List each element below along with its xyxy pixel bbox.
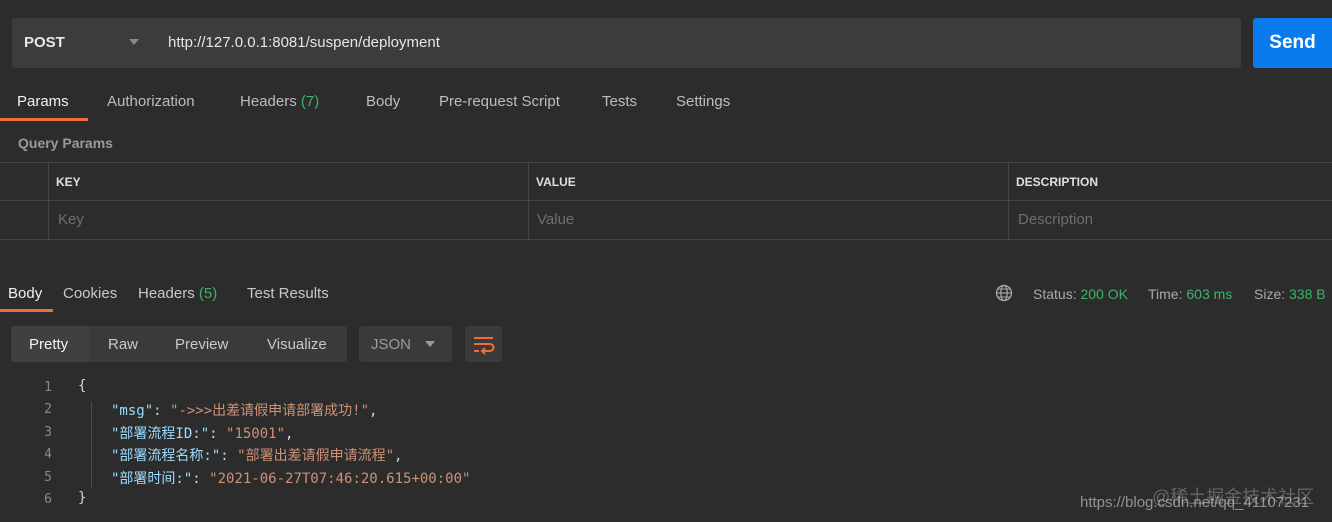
size-info: Size: 338 B (1254, 286, 1326, 302)
response-tab-headers[interactable]: Headers (5) (138, 285, 217, 302)
json-punctuation: , (394, 448, 403, 464)
code-line: } (78, 490, 86, 506)
tab-label: Headers (138, 285, 195, 302)
column-header-description: DESCRIPTION (1016, 175, 1099, 189)
tab-headers[interactable]: Headers (7) (240, 93, 319, 110)
json-brace: { (78, 378, 87, 394)
tab-tests[interactable]: Tests (602, 93, 637, 110)
code-line: "部署时间:": "2021-06-27T07:46:20.615+00:00" (111, 471, 471, 487)
tab-label: Body (366, 93, 401, 110)
line-number: 6 (44, 492, 52, 507)
line-number: 5 (44, 470, 52, 485)
size-label: Size: (1254, 286, 1286, 302)
size-value[interactable]: 338 B (1289, 286, 1326, 302)
view-preview-button[interactable]: Preview (175, 336, 228, 353)
json-brace: } (78, 490, 87, 506)
tab-pre-request-script[interactable]: Pre-request Script (439, 93, 560, 110)
table-divider (1008, 162, 1009, 240)
tab-authorization[interactable]: Authorization (107, 93, 195, 110)
json-value: "15001" (226, 426, 286, 442)
json-key: "部署流程ID:" (111, 426, 210, 442)
active-response-tab-indicator (0, 309, 53, 312)
code-line: "msg": "->>>出差请假申请部署成功!", (111, 403, 378, 419)
tab-label: Body (8, 285, 43, 302)
globe-icon[interactable] (995, 284, 1013, 302)
send-button[interactable]: Send (1253, 18, 1332, 68)
tab-body[interactable]: Body (366, 93, 400, 110)
chevron-down-icon (129, 39, 139, 45)
code-line: "部署流程ID:": "15001", (111, 426, 294, 442)
view-raw-button[interactable]: Raw (108, 336, 138, 353)
method-label: POST (24, 34, 65, 51)
table-border (0, 239, 1332, 240)
json-value: "->>>出差请假申请部署成功!" (170, 403, 370, 419)
table-divider (528, 162, 529, 240)
chevron-down-icon (425, 341, 435, 347)
query-params-title: Query Params (18, 135, 113, 151)
json-key: "部署时间:" (111, 471, 193, 487)
tab-count: (7) (300, 93, 320, 110)
tab-label: Settings (676, 93, 731, 110)
format-label: JSON (371, 336, 412, 353)
tab-label: Test Results (247, 285, 329, 302)
tab-count: (5) (198, 285, 218, 302)
wrap-lines-button[interactable] (465, 326, 502, 362)
column-header-key: KEY (56, 175, 81, 189)
line-number: 4 (44, 447, 52, 462)
description-input[interactable]: Description (1018, 211, 1093, 228)
time-value[interactable]: 603 ms (1186, 286, 1232, 302)
table-divider (48, 162, 49, 240)
status-label: Status: (1033, 286, 1077, 302)
tab-label: Params (17, 93, 69, 110)
code-line: "部署流程名称:": "部署出差请假申请流程", (111, 448, 403, 464)
tab-label: Cookies (63, 285, 118, 302)
key-input[interactable]: Key (58, 211, 84, 228)
table-border (0, 200, 1332, 201)
indent-guide (91, 402, 92, 488)
column-header-value: VALUE (536, 175, 576, 189)
line-number: 1 (44, 380, 52, 395)
tab-label: Tests (602, 93, 638, 110)
response-tab-cookies[interactable]: Cookies (63, 285, 117, 302)
tab-label: Pre-request Script (439, 93, 560, 110)
json-key: "msg" (111, 403, 154, 419)
json-value: "部署出差请假申请流程" (237, 448, 395, 464)
tab-label: Headers (240, 93, 297, 110)
json-punctuation: , (285, 426, 294, 442)
table-border (0, 162, 1332, 163)
line-number: 2 (44, 402, 52, 417)
tab-settings[interactable]: Settings (676, 93, 730, 110)
wrap-icon (474, 337, 495, 355)
time-info: Time: 603 ms (1148, 286, 1232, 302)
watermark-url: https://blog.csdn.net/qq_41107231 (1080, 494, 1310, 511)
url-text: http://127.0.0.1:8081/suspen/deployment (168, 34, 440, 51)
value-input[interactable]: Value (537, 211, 574, 228)
view-pretty-button[interactable]: Pretty (29, 336, 68, 353)
line-number: 3 (44, 425, 52, 440)
code-line: { (78, 378, 86, 394)
json-value: "2021-06-27T07:46:20.615+00:00" (209, 471, 471, 487)
json-punctuation: , (369, 403, 378, 419)
tab-params[interactable]: Params (17, 93, 69, 110)
tab-label: Authorization (107, 93, 195, 110)
status-value[interactable]: 200 OK (1080, 286, 1127, 302)
json-key: "部署流程名称:" (111, 448, 221, 464)
response-tab-body[interactable]: Body (8, 285, 42, 302)
active-tab-indicator (0, 118, 88, 121)
view-visualize-button[interactable]: Visualize (267, 336, 327, 353)
response-tab-test-results[interactable]: Test Results (247, 285, 329, 302)
status-info: Status: 200 OK (1033, 286, 1128, 302)
time-label: Time: (1148, 286, 1183, 302)
